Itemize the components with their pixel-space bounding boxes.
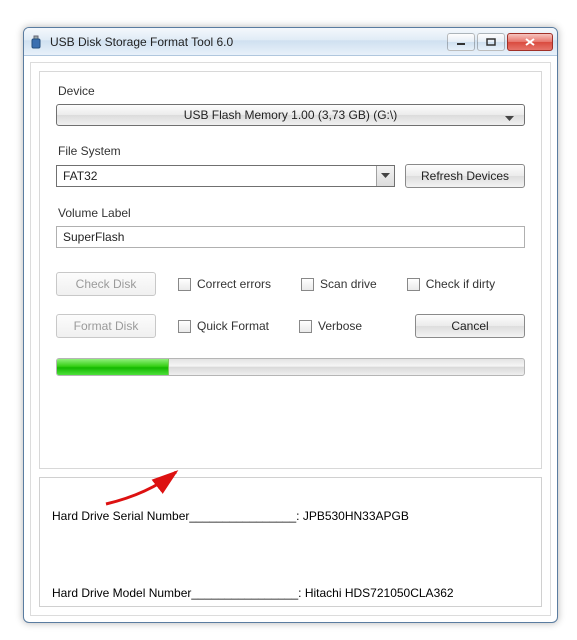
app-window: USB Disk Storage Format Tool 6.0 Device …: [23, 27, 558, 623]
device-dropdown[interactable]: USB Flash Memory 1.00 (3,73 GB) (G:\): [56, 104, 525, 126]
log-output[interactable]: Hard Drive Serial Number________________…: [39, 477, 542, 607]
device-label: Device: [58, 84, 525, 98]
verbose-checkbox[interactable]: [299, 320, 312, 333]
file-system-label: File System: [58, 144, 525, 158]
client-area: Device USB Flash Memory 1.00 (3,73 GB) (…: [30, 62, 551, 616]
correct-errors-checkbox[interactable]: [178, 278, 191, 291]
verbose-label: Verbose: [318, 319, 362, 333]
window-controls: [447, 33, 553, 51]
volume-label-input[interactable]: SuperFlash: [56, 226, 525, 248]
file-system-selected: FAT32: [63, 169, 97, 183]
log-line: Hard Drive Serial Number________________…: [52, 507, 529, 526]
device-selected: USB Flash Memory 1.00 (3,73 GB) (G:\): [184, 108, 397, 122]
check-if-dirty-label: Check if dirty: [426, 277, 495, 291]
refresh-devices-button[interactable]: Refresh Devices: [405, 164, 525, 188]
check-disk-button: Check Disk: [56, 272, 156, 296]
progress-fill: [57, 359, 169, 375]
scan-drive-checkbox[interactable]: [301, 278, 314, 291]
chevron-down-icon: [505, 111, 514, 125]
scan-drive-label: Scan drive: [320, 277, 377, 291]
chevron-down-icon: [376, 166, 394, 186]
minimize-button[interactable]: [447, 33, 475, 51]
format-disk-button: Format Disk: [56, 314, 156, 338]
form-panel: Device USB Flash Memory 1.00 (3,73 GB) (…: [39, 71, 542, 469]
window-title: USB Disk Storage Format Tool 6.0: [50, 35, 447, 49]
check-if-dirty-checkbox[interactable]: [407, 278, 420, 291]
quick-format-checkbox[interactable]: [178, 320, 191, 333]
titlebar[interactable]: USB Disk Storage Format Tool 6.0: [24, 28, 557, 56]
close-button[interactable]: [507, 33, 553, 51]
cancel-button[interactable]: Cancel: [415, 314, 525, 338]
log-line: Hard Drive Model Number________________:…: [52, 584, 529, 603]
maximize-button[interactable]: [477, 33, 505, 51]
file-system-dropdown[interactable]: FAT32: [56, 165, 395, 187]
volume-label-label: Volume Label: [58, 206, 525, 220]
usb-drive-icon: [28, 34, 44, 50]
correct-errors-label: Correct errors: [197, 277, 271, 291]
volume-label-value: SuperFlash: [63, 230, 124, 244]
progress-bar: [56, 358, 525, 376]
quick-format-label: Quick Format: [197, 319, 269, 333]
